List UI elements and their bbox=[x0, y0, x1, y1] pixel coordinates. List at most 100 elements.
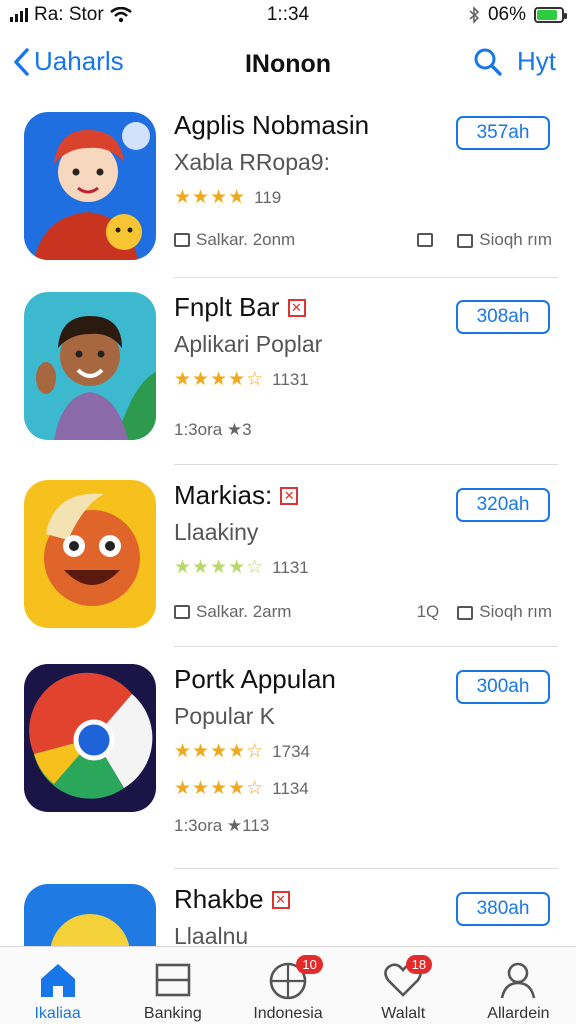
app-info: Agplis Nobmasin Xabla RRopa9: ★★★★ 119 bbox=[174, 110, 434, 209]
divider bbox=[174, 646, 558, 647]
tab-label: Banking bbox=[143, 1005, 202, 1022]
divider bbox=[174, 464, 558, 465]
notification-badge: 18 bbox=[405, 955, 433, 974]
app-name: Markias: ✕ bbox=[174, 480, 434, 511]
get-button[interactable]: 308ah bbox=[456, 300, 550, 334]
tab-home[interactable]: Ikaliaa bbox=[0, 947, 115, 1024]
bluetooth-icon bbox=[469, 6, 480, 24]
star-rating: ★★★★☆ bbox=[174, 778, 265, 799]
app-name: Portk Appulan bbox=[174, 664, 434, 695]
rating-count: 119 bbox=[254, 187, 282, 207]
rating: ★★★★ 119 bbox=[174, 186, 434, 209]
app-meta: 1:3ora ★3 bbox=[174, 420, 552, 440]
tab-label: Allardein bbox=[487, 1005, 550, 1022]
tab-indonesia[interactable]: 10 Indonesia bbox=[230, 947, 345, 1024]
tab-banking[interactable]: Banking bbox=[115, 947, 230, 1024]
nav-actions: Hyt bbox=[473, 46, 556, 77]
flag-icon: ✕ bbox=[280, 486, 299, 505]
app-name: Agplis Nobmasin bbox=[174, 110, 434, 141]
app-meta: Salkar. 2arm 1Q Sioqh rım bbox=[174, 602, 552, 622]
meta-right: Sioqh rım bbox=[479, 602, 552, 621]
navigation-bar: Uaharls INonon Hyt bbox=[0, 38, 576, 94]
tab-label: Ikaliaa bbox=[34, 1005, 81, 1022]
card-icon bbox=[152, 959, 194, 1001]
rating-secondary: ★★★★☆ 1134 bbox=[174, 777, 434, 800]
list-item[interactable]: Markias: ✕ Llaakiny ★★★★☆ 1131 320ah Salk… bbox=[24, 480, 552, 650]
app-subtitle: Aplikari Poplar bbox=[174, 331, 323, 357]
rating-count: 1134 bbox=[272, 778, 309, 798]
rating-count: 1131 bbox=[272, 369, 309, 389]
star-rating: ★★★★ bbox=[174, 187, 247, 208]
status-right: 06% bbox=[468, 4, 567, 26]
meta-left: 1:3ora ★113 bbox=[174, 816, 270, 835]
app-icon bbox=[24, 664, 156, 812]
app-subtitle: Popular K bbox=[174, 703, 276, 729]
app-info: Markias: ✕ Llaakiny ★★★★☆ 1131 bbox=[174, 480, 434, 579]
flag-icon: ✕ bbox=[271, 890, 290, 909]
app-meta: Salkar. 2onm Sioqh rım bbox=[174, 230, 552, 250]
app-name-text: Portk Appulan bbox=[174, 664, 336, 694]
rating: ★★★★☆ 1131 bbox=[174, 556, 434, 579]
app-info: Rhakbe ✕ Llaalnu bbox=[174, 884, 434, 946]
meta-right-group: 1Q Sioqh rım bbox=[417, 602, 552, 622]
home-icon bbox=[37, 959, 79, 1001]
book-icon bbox=[174, 233, 190, 247]
app-name-text: Markias: bbox=[174, 480, 273, 510]
rating-count: 1734 bbox=[272, 741, 310, 761]
nav-right-button[interactable]: Hyt bbox=[517, 46, 556, 77]
app-meta: 1:3ora ★113 bbox=[174, 816, 552, 836]
app-info: Fnplt Bar ✕ Aplikari Poplar ★★★★☆ 1131 bbox=[174, 292, 434, 391]
meta-left: Salkar. 2arm bbox=[196, 602, 292, 621]
tab-label: Walalt bbox=[381, 1005, 426, 1022]
app-subtitle: Llaakiny bbox=[174, 519, 259, 545]
app-subtitle: Llaalnu bbox=[174, 923, 249, 946]
rating-count: 1131 bbox=[272, 557, 309, 577]
app-name-text: Agplis Nobmasin bbox=[174, 110, 370, 140]
divider bbox=[174, 868, 558, 869]
meta-left: Salkar. 2onm bbox=[196, 230, 296, 249]
status-bar: Ra: Stor 1::34 06% bbox=[0, 0, 576, 30]
app-icon bbox=[24, 884, 156, 946]
flag-icon: ✕ bbox=[287, 298, 306, 317]
share-icon[interactable] bbox=[417, 233, 434, 247]
get-button[interactable]: 320ah bbox=[456, 488, 550, 522]
app-info: Portk Appulan Popular K ★★★★☆ 1734 ★★★★☆… bbox=[174, 664, 434, 800]
tab-wallet[interactable]: 18 Walalt bbox=[346, 947, 461, 1024]
notification-badge: 10 bbox=[296, 955, 323, 974]
divider bbox=[174, 277, 558, 278]
meta-right: Sioqh rım bbox=[479, 230, 552, 249]
app-icon bbox=[24, 112, 156, 260]
list-item[interactable]: Fnplt Bar ✕ Aplikari Poplar ★★★★☆ 1131 30… bbox=[24, 292, 552, 462]
rating: ★★★★☆ 1734 bbox=[174, 740, 434, 763]
app-name: Fnplt Bar ✕ bbox=[174, 292, 434, 323]
star-rating: ★★★★☆ bbox=[174, 369, 265, 390]
app-icon bbox=[24, 480, 156, 628]
tab-account[interactable]: Allardein bbox=[461, 947, 576, 1024]
grid-icon bbox=[457, 233, 474, 248]
star-rating: ★★★★☆ bbox=[174, 557, 265, 578]
tab-label: Indonesia bbox=[253, 1005, 323, 1022]
grid-icon bbox=[457, 605, 474, 620]
list-item[interactable]: Rhakbe ✕ Llaalnu 380ah bbox=[24, 884, 552, 946]
battery-percent: 06% bbox=[487, 4, 526, 25]
meta-right-group: Sioqh rım bbox=[417, 230, 552, 250]
list-item[interactable]: Portk Appulan Popular K ★★★★☆ 1734 ★★★★☆… bbox=[24, 664, 552, 854]
get-button[interactable]: 300ah bbox=[456, 670, 550, 704]
list-item[interactable]: Agplis Nobmasin Xabla RRopa9: ★★★★ 119 3… bbox=[24, 110, 552, 280]
meta-mid: 1Q bbox=[416, 602, 440, 621]
app-name-text: Rhakbe bbox=[174, 884, 264, 914]
meta-left: 1:3ora ★3 bbox=[174, 420, 252, 439]
app-name-text: Fnplt Bar bbox=[174, 292, 280, 322]
rating: ★★★★☆ 1131 bbox=[174, 368, 434, 391]
star-rating: ★★★★☆ bbox=[174, 741, 265, 762]
battery-icon bbox=[534, 7, 567, 23]
app-name: Rhakbe ✕ bbox=[174, 884, 434, 915]
search-icon[interactable] bbox=[473, 47, 503, 77]
app-icon bbox=[24, 292, 156, 440]
book-icon bbox=[174, 605, 190, 619]
person-icon bbox=[497, 959, 539, 1001]
get-button[interactable]: 380ah bbox=[456, 892, 550, 926]
app-subtitle: Xabla RRopa9: bbox=[174, 149, 330, 175]
get-button[interactable]: 357ah bbox=[456, 116, 550, 150]
tab-bar: Ikaliaa Banking 10 Indonesia 18 Walalt A… bbox=[0, 946, 576, 1024]
